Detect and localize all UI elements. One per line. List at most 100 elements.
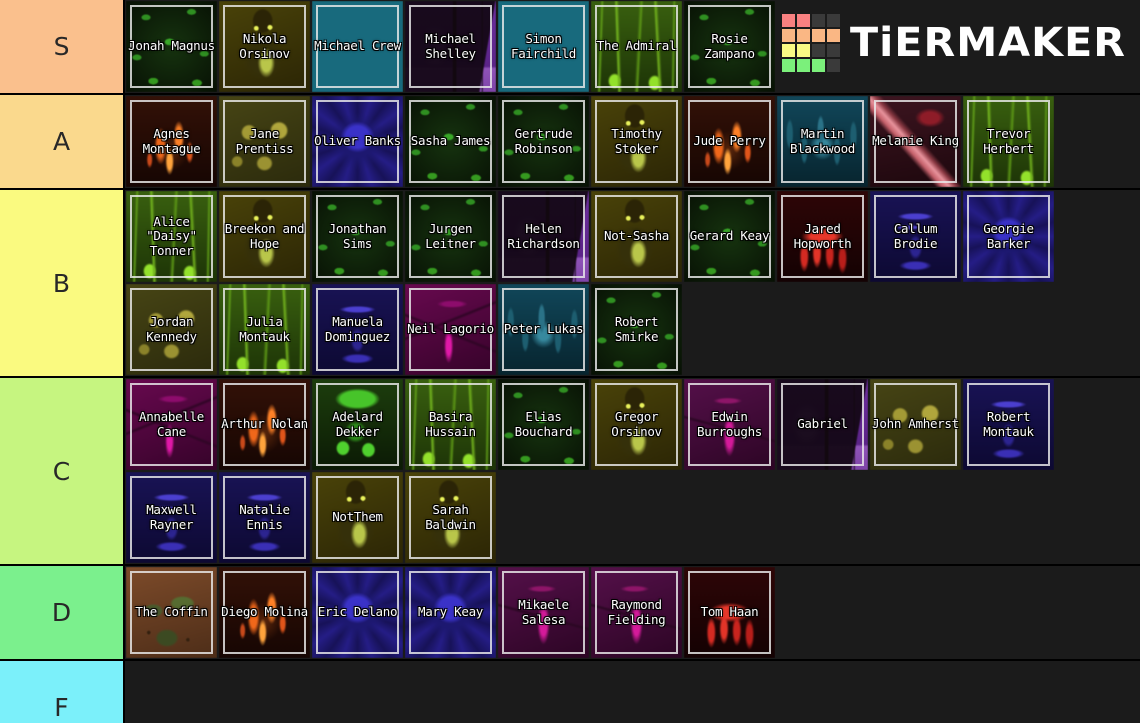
tier-item-label: Gregor Orsinov <box>611 409 662 439</box>
tier-item-label: Michael Shelley <box>425 31 476 61</box>
tier-items-a[interactable]: Agnes Montague Jane Prentiss Oliver Banks S… <box>125 95 1140 188</box>
tier-item-jonathan-sims[interactable]: Jonathan Sims <box>312 191 403 282</box>
logo-cell-0-1 <box>796 14 810 27</box>
tier-item-sasha-james[interactable]: Sasha James <box>405 96 496 187</box>
tier-item-breekon-and-hope[interactable]: Breekon and Hope <box>219 191 310 282</box>
tier-item-basira-hussain[interactable]: Basira Hussain <box>405 379 496 470</box>
tier-item-gerard-keay[interactable]: Gerard Keay <box>684 191 775 282</box>
tier-label-b[interactable]: B <box>0 190 125 376</box>
logo-cell-2-2 <box>811 44 825 57</box>
tier-item-adelard-dekker[interactable]: Adelard Dekker <box>312 379 403 470</box>
tier-item-label: Jonah Magnus <box>128 38 215 54</box>
tier-item-peter-lukas[interactable]: Peter Lukas <box>498 284 589 375</box>
tier-item-elias-bouchard[interactable]: Elias Bouchard <box>498 379 589 470</box>
tier-item-trevor-herbert[interactable]: Trevor Herbert <box>963 96 1054 187</box>
tier-label-c[interactable]: C <box>0 378 125 564</box>
tier-item-neil-lagorio[interactable]: Neil Lagorio <box>405 284 496 375</box>
tier-item-oliver-banks[interactable]: Oliver Banks <box>312 96 403 187</box>
tier-item-nikola-orsinov[interactable]: Nikola Orsinov <box>219 1 310 92</box>
tier-item-edwin-burroughs[interactable]: Edwin Burroughs <box>684 379 775 470</box>
tier-item-martin-blackwood[interactable]: Martin Blackwood <box>777 96 868 187</box>
tier-item-jonah-magnus[interactable]: Jonah Magnus <box>126 1 217 92</box>
tier-item-label: Robert Smirke <box>614 314 659 344</box>
tier-item-annabelle-cane[interactable]: Annabelle Cane <box>126 379 217 470</box>
tier-item-notthem[interactable]: NotThem <box>312 472 403 563</box>
tiermaker-logo-grid <box>781 14 840 72</box>
tier-item-label: NotThem <box>332 509 383 525</box>
tier-item-jordan-kennedy[interactable]: Jordan Kennedy <box>126 284 217 375</box>
logo-cell-2-3 <box>826 44 840 57</box>
tier-item-label: Gerard Keay <box>689 228 770 244</box>
tier-items-c[interactable]: Annabelle Cane Arthur Nolan Adelard Dekker… <box>125 378 1140 564</box>
tier-item-label: Gertrude Robinson <box>514 126 573 156</box>
tier-item-label: Jonathan Sims <box>328 221 387 251</box>
tier-item-label: Mary Keay <box>417 604 484 620</box>
logo-cell-3-3 <box>826 59 840 72</box>
tier-item-maxwell-rayner[interactable]: Maxwell Rayner <box>126 472 217 563</box>
tier-item-gertrude-robinson[interactable]: Gertrude Robinson <box>498 96 589 187</box>
tier-item-label: Basira Hussain <box>425 409 476 439</box>
logo-cell-1-2 <box>811 29 825 42</box>
tier-item-gregor-orsinov[interactable]: Gregor Orsinov <box>591 379 682 470</box>
tier-item-label: Manuela Dominguez <box>324 314 391 344</box>
tier-item-label: Eric Delano <box>317 604 398 620</box>
tier-item-john-amherst[interactable]: John Amherst <box>870 379 961 470</box>
logo-cell-0-0 <box>781 14 795 27</box>
tier-item-gabriel[interactable]: Gabriel <box>777 379 868 470</box>
tier-item-diego-molina[interactable]: Diego Molina <box>219 567 310 658</box>
tier-item-robert-smirke[interactable]: Robert Smirke <box>591 284 682 375</box>
tier-label-f[interactable]: F <box>0 661 125 723</box>
tier-item-label: Adelard Dekker <box>332 409 383 439</box>
tier-item-alice-daisy-tonner[interactable]: Alice "Daisy" Tonner <box>126 191 217 282</box>
tier-item-mikaele-salesa[interactable]: Mikaele Salesa <box>498 567 589 658</box>
tier-item-melanie-king[interactable]: Melanie King <box>870 96 961 187</box>
tier-item-agnes-montague[interactable]: Agnes Montague <box>126 96 217 187</box>
tier-item-arthur-nolan[interactable]: Arthur Nolan <box>219 379 310 470</box>
tier-item-natalie-ennis[interactable]: Natalie Ennis <box>219 472 310 563</box>
logo-cell-1-0 <box>781 29 795 42</box>
tier-item-simon-fairchild[interactable]: Simon Fairchild <box>498 1 589 92</box>
tier-item-helen-richardson[interactable]: Helen Richardson <box>498 191 589 282</box>
logo-cell-1-1 <box>796 29 810 42</box>
tier-item-sarah-baldwin[interactable]: Sarah Baldwin <box>405 472 496 563</box>
tier-item-tom-haan[interactable]: Tom Haan <box>684 567 775 658</box>
tier-item-jane-prentiss[interactable]: Jane Prentiss <box>219 96 310 187</box>
tiermaker-logo-text: TiERMAKER <box>849 20 1127 66</box>
tier-label-s[interactable]: S <box>0 0 125 93</box>
tier-items-b[interactable]: Alice "Daisy" Tonner Breekon and Hope Jona… <box>125 190 1140 376</box>
tier-item-jared-hopworth[interactable]: Jared Hopworth <box>777 191 868 282</box>
tier-label-a[interactable]: A <box>0 95 125 188</box>
tier-item-not-sasha[interactable]: Not-Sasha <box>591 191 682 282</box>
tier-item-raymond-fielding[interactable]: Raymond Fielding <box>591 567 682 658</box>
tier-item-michael-shelley[interactable]: Michael Shelley <box>405 1 496 92</box>
tier-item-rosie-zampano[interactable]: Rosie Zampano <box>684 1 775 92</box>
tier-item-label: Rosie Zampano <box>704 31 755 61</box>
tier-item-label: Jared Hopworth <box>793 221 852 251</box>
tier-label-d[interactable]: D <box>0 566 125 659</box>
tier-item-eric-delano[interactable]: Eric Delano <box>312 567 403 658</box>
tier-item-callum-brodie[interactable]: Callum Brodie <box>870 191 961 282</box>
tiermaker-logo: TiERMAKER <box>781 14 1125 72</box>
tier-item-the-coffin[interactable]: The Coffin <box>126 567 217 658</box>
tier-item-the-admiral[interactable]: The Admiral <box>591 1 682 92</box>
logo-cell-2-0 <box>781 44 795 57</box>
tier-item-label: Nikola Orsinov <box>239 31 290 61</box>
tier-items-d[interactable]: The Coffin Diego Molina Eric Delano Mary Ke… <box>125 566 1140 659</box>
tier-item-jurgen-leitner[interactable]: Jurgen Leitner <box>405 191 496 282</box>
tier-item-label: Not-Sasha <box>603 228 670 244</box>
tier-item-manuela-dominguez[interactable]: Manuela Dominguez <box>312 284 403 375</box>
tier-item-timothy-stoker[interactable]: Timothy Stoker <box>591 96 682 187</box>
tier-item-julia-montauk[interactable]: Julia Montauk <box>219 284 310 375</box>
tier-item-label: Jude Perry <box>693 133 766 149</box>
tier-item-michael-crew[interactable]: Michael Crew <box>312 1 403 92</box>
tier-item-mary-keay[interactable]: Mary Keay <box>405 567 496 658</box>
tier-item-label: Martin Blackwood <box>789 126 856 156</box>
tier-item-label: Sarah Baldwin <box>425 502 476 532</box>
tier-item-label: Callum Brodie <box>893 221 938 251</box>
tier-item-label: Agnes Montague <box>142 126 201 156</box>
tier-item-robert-montauk[interactable]: Robert Montauk <box>963 379 1054 470</box>
tier-item-georgie-barker[interactable]: Georgie Barker <box>963 191 1054 282</box>
tier-items-f[interactable] <box>125 661 1140 723</box>
tier-item-jude-perry[interactable]: Jude Perry <box>684 96 775 187</box>
logo-cell-3-0 <box>781 59 795 72</box>
